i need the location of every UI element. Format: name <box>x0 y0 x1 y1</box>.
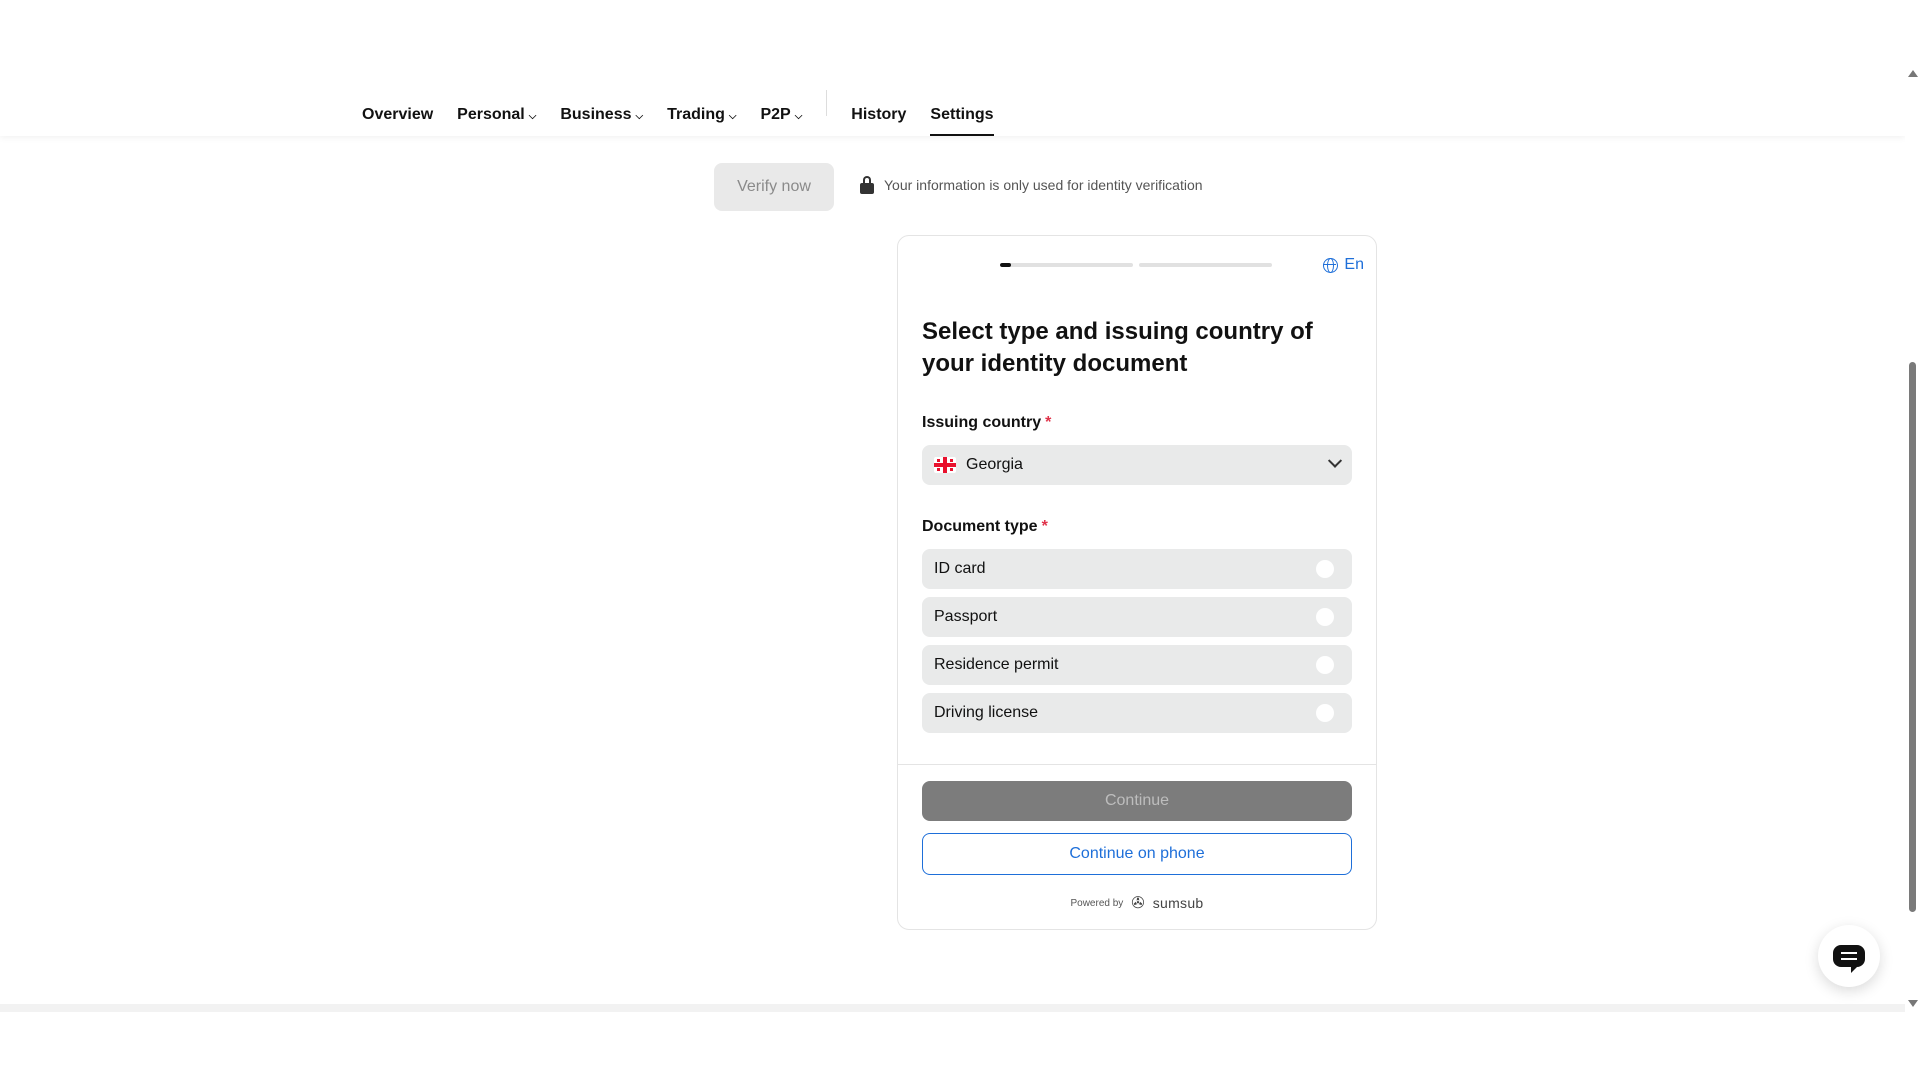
document-type-label: Document type * <box>922 518 1048 536</box>
progress-step-1 <box>1000 263 1133 267</box>
radio-button[interactable] <box>1316 656 1334 674</box>
option-driving-license[interactable]: Driving license <box>922 693 1352 733</box>
nav-business-label: Business <box>560 106 632 123</box>
nav-business[interactable]: Business ⌵ <box>560 88 643 136</box>
progress-step-2 <box>1139 263 1272 267</box>
powered-by-text: Powered by <box>1070 897 1124 909</box>
continue-on-phone-button[interactable]: Continue on phone <box>922 833 1352 875</box>
scrollbar-thumb[interactable] <box>1909 362 1916 912</box>
nav-settings[interactable]: Settings <box>930 88 994 136</box>
georgia-flag-icon <box>934 457 956 473</box>
nav-overview[interactable]: Overview <box>362 88 433 136</box>
option-label: Passport <box>934 608 998 625</box>
nav-trading-label: Trading <box>667 106 725 123</box>
verify-now-button[interactable]: Verify now <box>714 163 834 211</box>
radio-button[interactable] <box>1316 560 1334 578</box>
verification-card: En Select type and issuing country of yo… <box>897 235 1377 930</box>
nav-divider <box>826 90 828 116</box>
chevron-down-icon: ⌵ <box>528 110 537 122</box>
chevron-down-icon <box>1327 453 1343 468</box>
document-type-label-text: Document type <box>922 518 1038 535</box>
nav-personal[interactable]: Personal ⌵ <box>457 88 536 136</box>
chevron-down-icon: ⌵ <box>635 110 644 122</box>
continue-button[interactable]: Continue <box>922 781 1352 821</box>
option-passport[interactable]: Passport <box>922 597 1352 637</box>
option-residence-permit[interactable]: Residence permit <box>922 645 1352 685</box>
issuing-country-label: Issuing country * <box>922 414 1051 432</box>
scrollbar[interactable] <box>1905 0 1920 1010</box>
nav-history[interactable]: History <box>851 88 906 136</box>
nav-overview-label: Overview <box>362 106 434 123</box>
lock-icon <box>860 176 874 194</box>
required-mark: * <box>1041 518 1048 535</box>
country-select[interactable]: Georgia <box>922 445 1352 485</box>
privacy-text: Your information is only used for identi… <box>884 177 1203 193</box>
chat-icon <box>1833 945 1865 973</box>
language-label: En <box>1344 256 1364 273</box>
powered-by: Powered by ✇ sumsub <box>898 893 1376 913</box>
scroll-down-arrow-icon[interactable] <box>1908 1000 1918 1007</box>
footer-band <box>0 1004 1905 1012</box>
globe-icon <box>1323 257 1339 273</box>
option-label: Driving license <box>934 704 1039 721</box>
option-label: ID card <box>934 560 986 577</box>
privacy-note: Your information is only used for identi… <box>860 176 1203 194</box>
radio-button[interactable] <box>1316 608 1334 626</box>
chevron-down-icon: ⌵ <box>728 110 737 122</box>
chevron-down-icon: ⌵ <box>794 110 803 122</box>
language-selector[interactable]: En <box>1323 256 1364 274</box>
option-label: Residence permit <box>934 656 1059 673</box>
chat-button[interactable] <box>1818 925 1880 987</box>
nav-p2p-label: P2P <box>760 106 791 123</box>
country-value: Georgia <box>966 456 1023 473</box>
required-mark: * <box>1045 414 1052 431</box>
brand-name: sumsub <box>1152 895 1204 911</box>
sumsub-logo-icon: ✇ <box>1131 895 1145 912</box>
option-id-card[interactable]: ID card <box>922 549 1352 589</box>
radio-button[interactable] <box>1316 704 1334 722</box>
card-title: Select type and issuing country of your … <box>922 318 1313 377</box>
issuing-country-label-text: Issuing country <box>922 414 1042 431</box>
nav-history-label: History <box>851 106 907 123</box>
progress-bar <box>1000 263 1272 267</box>
main-nav: Overview Personal ⌵ Business ⌵ Trading ⌵… <box>362 88 1018 136</box>
card-divider <box>898 764 1376 765</box>
nav-trading[interactable]: Trading ⌵ <box>667 88 736 136</box>
scroll-up-arrow-icon[interactable] <box>1908 70 1918 77</box>
top-navigation: Overview Personal ⌵ Business ⌵ Trading ⌵… <box>0 0 1905 136</box>
nav-personal-label: Personal <box>457 106 525 123</box>
nav-p2p[interactable]: P2P ⌵ <box>760 88 802 136</box>
nav-settings-label: Settings <box>930 106 994 123</box>
